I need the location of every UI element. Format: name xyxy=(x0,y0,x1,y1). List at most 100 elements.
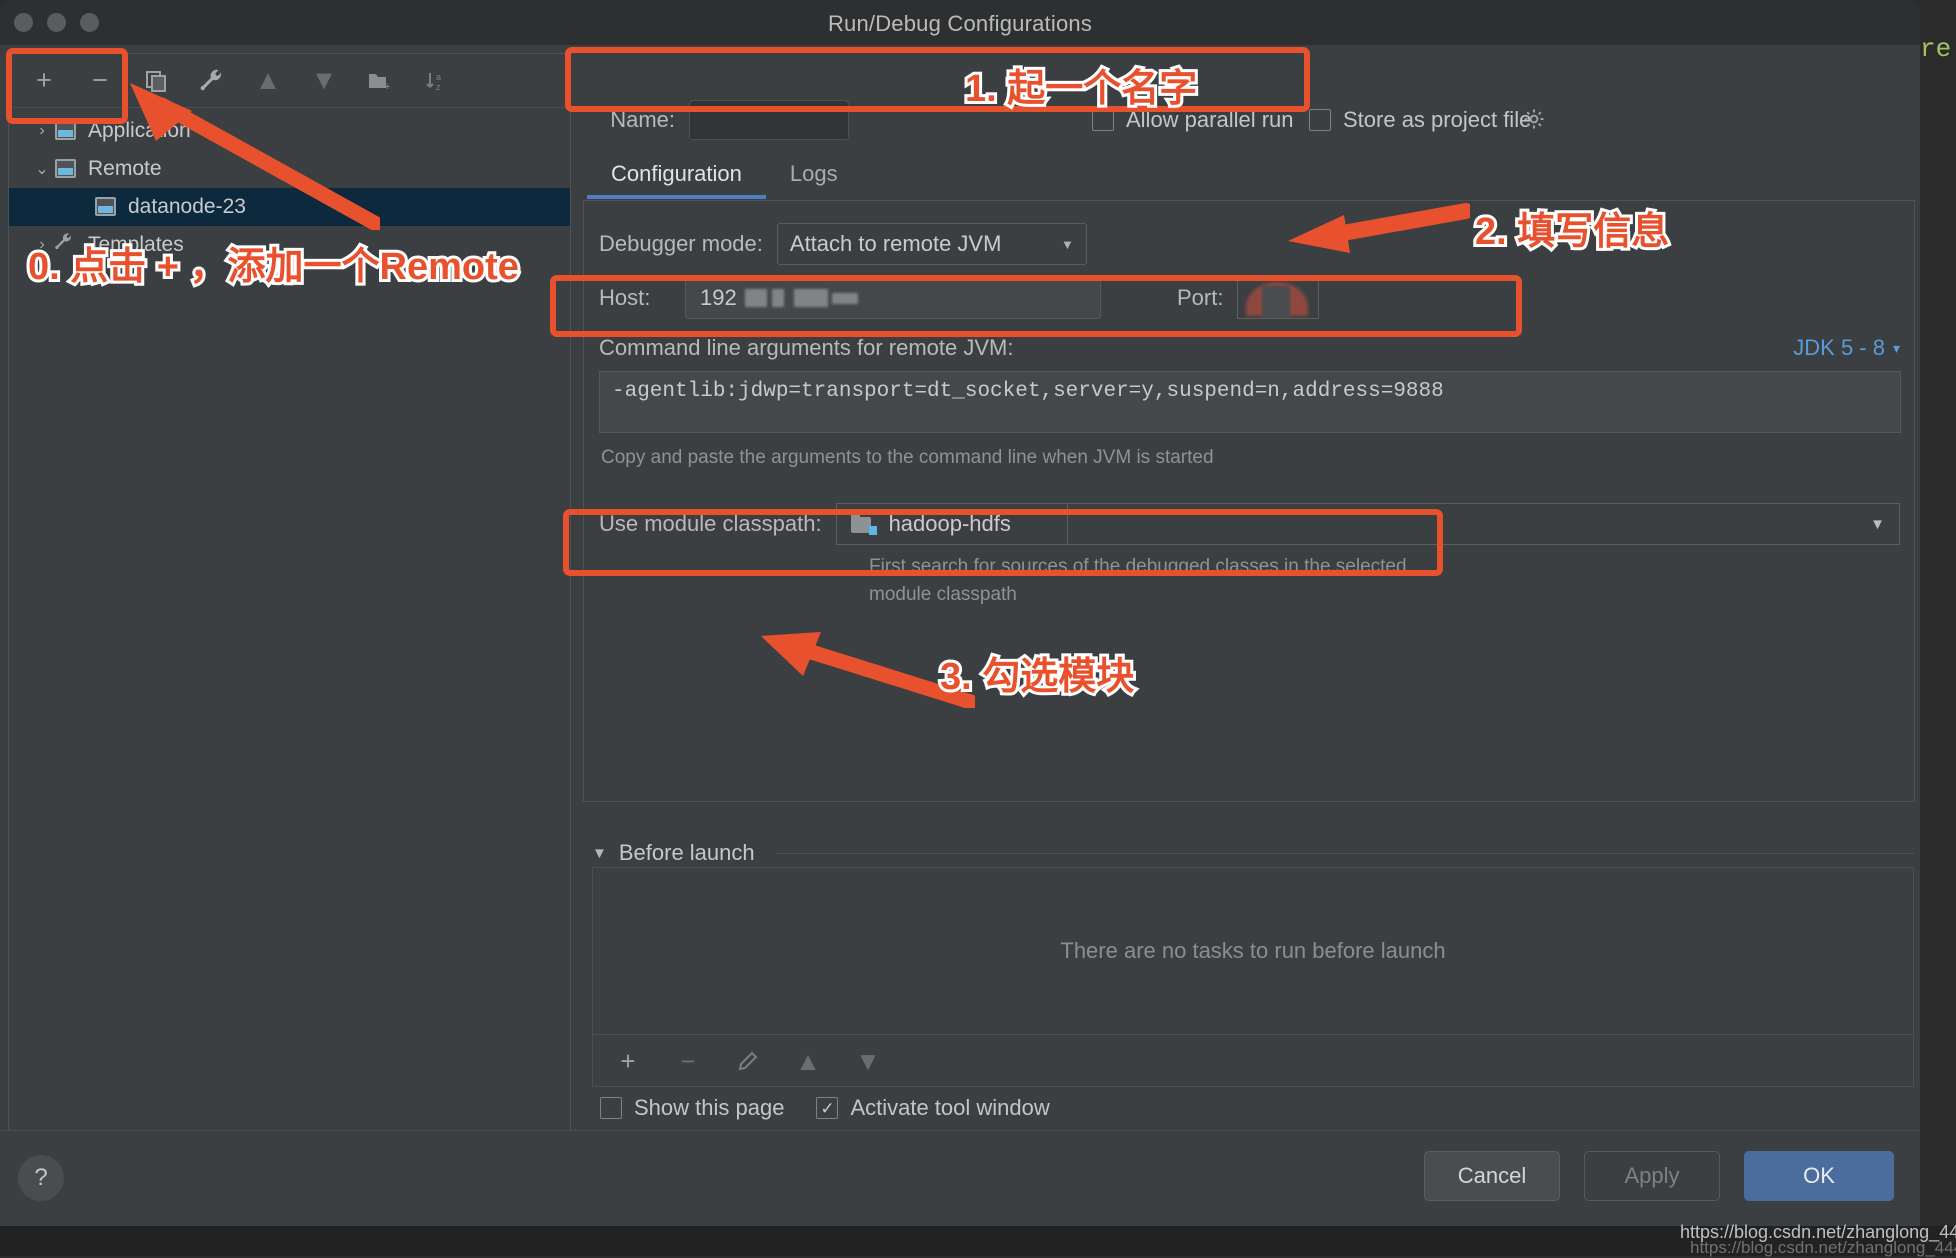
name-label: Name: xyxy=(579,107,675,133)
name-input[interactable] xyxy=(689,100,849,140)
module-name-label: hadoop-hdfs xyxy=(889,511,1011,537)
new-folder-icon[interactable]: + xyxy=(363,64,397,98)
remove-task-button[interactable]: − xyxy=(671,1044,705,1078)
configuration-editor-panel: Name: Allow parallel run Store as projec… xyxy=(579,45,1920,1130)
jdk-version-label: JDK 5 - 8 xyxy=(1793,335,1885,361)
before-launch-toolbar: + − ▲ ▼ xyxy=(592,1035,1914,1087)
command-line-hint: Copy and paste the arguments to the comm… xyxy=(601,447,1214,469)
before-launch-title: Before launch xyxy=(619,840,755,866)
cancel-button[interactable]: Cancel xyxy=(1424,1151,1560,1201)
before-launch-empty-message: There are no tasks to run before launch xyxy=(1060,938,1445,964)
ok-button[interactable]: OK xyxy=(1744,1151,1894,1201)
help-button[interactable]: ? xyxy=(18,1155,64,1201)
debugger-mode-row: Debugger mode: Attach to remote JVM ▼ xyxy=(599,223,1087,265)
module-classpath-hint: First search for sources of the debugged… xyxy=(869,553,1469,608)
footer-button-group: Cancel Apply OK xyxy=(1424,1151,1894,1201)
editor-tabs: Configuration Logs xyxy=(579,155,1920,203)
before-launch-header[interactable]: ▼ Before launch xyxy=(592,840,1914,866)
configurations-tree-panel: + − ▲ ▼ + xyxy=(8,53,571,1131)
ide-status-strip xyxy=(0,1226,1956,1256)
store-as-project-file-label: Store as project file xyxy=(1343,107,1531,133)
chevron-down-icon: ▼ xyxy=(1870,516,1885,533)
add-configuration-button[interactable]: + xyxy=(27,64,61,98)
dialog-titlebar: Run/Debug Configurations xyxy=(0,0,1920,45)
expand-chevron-icon[interactable]: › xyxy=(31,122,53,140)
dialog-body: + − ▲ ▼ + xyxy=(0,45,1920,1130)
store-as-project-file-checkbox[interactable]: Store as project file xyxy=(1309,107,1531,133)
tree-item-label: Templates xyxy=(88,233,184,257)
tree-item-application[interactable]: › Application xyxy=(9,112,570,150)
debugger-mode-value: Attach to remote JVM xyxy=(790,231,1002,257)
before-launch-task-list[interactable]: There are no tasks to run before launch xyxy=(592,867,1914,1035)
tree-toolbar: + − ▲ ▼ + xyxy=(9,54,570,108)
host-input-value: 192 xyxy=(700,285,737,311)
tab-configuration[interactable]: Configuration xyxy=(587,155,766,199)
configuration-type-icon xyxy=(53,120,79,142)
show-this-page-label: Show this page xyxy=(634,1095,784,1121)
templates-wrench-icon xyxy=(53,232,79,258)
window-title: Run/Debug Configurations xyxy=(0,11,1920,37)
allow-parallel-run-checkbox[interactable]: Allow parallel run xyxy=(1092,107,1294,133)
jdk-version-selector[interactable]: JDK 5 - 8 ▾ xyxy=(1793,335,1900,361)
move-task-up-button[interactable]: ▲ xyxy=(791,1044,825,1078)
sort-alphabetically-icon[interactable]: a z xyxy=(419,64,453,98)
configuration-type-icon xyxy=(53,158,79,180)
collapse-chevron-icon[interactable]: ▼ xyxy=(592,845,607,862)
bottom-options-row: Show this page ✓ Activate tool window xyxy=(600,1095,1050,1121)
remove-configuration-button[interactable]: − xyxy=(83,64,117,98)
edit-templates-wrench-icon[interactable] xyxy=(195,64,229,98)
gear-icon[interactable] xyxy=(1522,107,1546,137)
redacted-host-segment xyxy=(794,289,828,307)
dialog-footer: ? Cancel Apply OK xyxy=(0,1130,1920,1226)
svg-text:z: z xyxy=(436,82,441,92)
host-port-row: Host: 192 Port: xyxy=(599,277,1899,319)
move-up-button[interactable]: ▲ xyxy=(251,64,285,98)
svg-text:a: a xyxy=(436,72,441,82)
debugger-mode-select[interactable]: Attach to remote JVM ▼ xyxy=(777,223,1087,265)
apply-button[interactable]: Apply xyxy=(1584,1151,1720,1201)
name-input-value xyxy=(690,101,848,139)
checkbox-box[interactable] xyxy=(1092,109,1114,131)
tree-item-datanode-23[interactable]: datanode-23 xyxy=(9,188,570,226)
tree-item-remote[interactable]: ⌄ Remote xyxy=(9,150,570,188)
move-down-button[interactable]: ▼ xyxy=(307,64,341,98)
move-task-down-button[interactable]: ▼ xyxy=(851,1044,885,1078)
redacted-host-segment xyxy=(832,293,858,304)
copy-configuration-icon[interactable] xyxy=(139,64,173,98)
configurations-tree: › Application ⌄ Remote datanode-23 › xyxy=(9,108,570,264)
add-task-button[interactable]: + xyxy=(611,1044,645,1078)
before-launch-divider xyxy=(777,853,1914,854)
tree-item-templates[interactable]: › Templates xyxy=(9,226,570,264)
chevron-down-icon: ▼ xyxy=(1061,237,1074,252)
svg-text:+: + xyxy=(384,81,390,93)
redacted-host-segment xyxy=(772,289,784,307)
collapse-chevron-icon[interactable]: ⌄ xyxy=(31,159,53,179)
ide-editor-sliver: re xyxy=(1920,0,1956,1256)
allow-parallel-run-label: Allow parallel run xyxy=(1126,107,1294,133)
redacted-port-value xyxy=(1262,286,1290,319)
run-debug-configurations-dialog: Run/Debug Configurations + − ▲ xyxy=(0,0,1920,1226)
configuration-type-icon xyxy=(93,196,119,218)
tree-item-label: datanode-23 xyxy=(128,195,246,219)
command-line-arguments-field[interactable]: -agentlib:jdwp=transport=dt_socket,serve… xyxy=(599,371,1901,433)
host-input[interactable]: 192 xyxy=(685,277,1101,319)
module-folder-icon xyxy=(851,514,877,535)
configuration-tab-panel: Debugger mode: Attach to remote JVM ▼ Ho… xyxy=(583,200,1915,802)
port-input[interactable] xyxy=(1237,277,1319,319)
port-label: Port: xyxy=(1177,285,1223,311)
checkbox-box[interactable] xyxy=(1309,109,1331,131)
activate-tool-window-label: Activate tool window xyxy=(850,1095,1049,1121)
tab-logs[interactable]: Logs xyxy=(766,155,862,199)
activate-tool-window-checkbox[interactable]: ✓ Activate tool window xyxy=(816,1095,1049,1121)
host-label: Host: xyxy=(599,285,673,311)
tree-item-label: Application xyxy=(88,119,191,143)
debugger-mode-label: Debugger mode: xyxy=(599,231,763,257)
checkbox-box[interactable] xyxy=(600,1097,622,1119)
tree-item-label: Remote xyxy=(88,157,162,181)
show-this-page-checkbox[interactable]: Show this page xyxy=(600,1095,784,1121)
module-classpath-dropdown[interactable]: ▼ xyxy=(1067,503,1900,545)
expand-chevron-icon[interactable]: › xyxy=(31,236,53,254)
use-module-classpath-label: Use module classpath: xyxy=(599,511,822,537)
edit-task-pencil-icon[interactable] xyxy=(731,1044,765,1078)
checkbox-box-checked[interactable]: ✓ xyxy=(816,1097,838,1119)
